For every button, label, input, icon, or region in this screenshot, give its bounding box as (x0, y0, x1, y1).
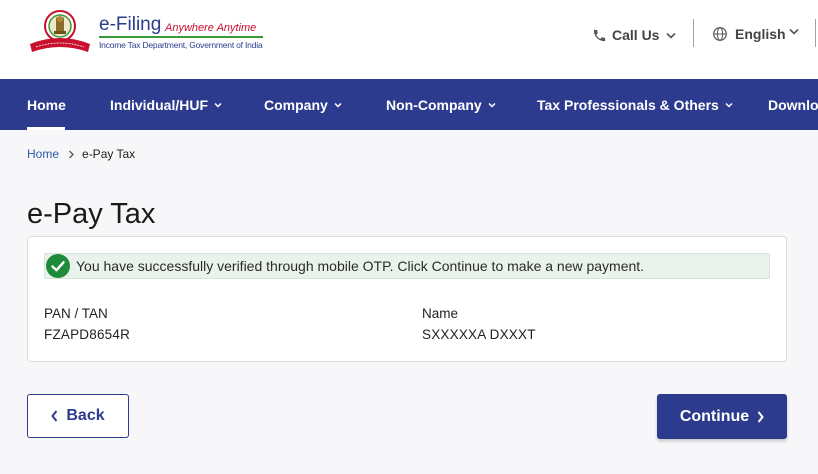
chevron-down-icon (334, 102, 342, 108)
nav-active-indicator (27, 127, 65, 130)
main-navigation: Home Individual/HUF Company Non-Company … (0, 79, 818, 130)
language-dropdown[interactable]: English (712, 24, 799, 44)
pan-tan-value: FZAPD8654R (44, 327, 131, 342)
chevron-right-icon (69, 150, 74, 158)
back-button[interactable]: Back (27, 394, 129, 438)
nav-item-company[interactable]: Company (264, 79, 342, 130)
brand-tagline: Anywhere Anytime (165, 22, 257, 34)
nav-item-label: Tax Professionals & Others (537, 96, 719, 113)
verification-card: You have successfully verified through m… (27, 236, 787, 362)
pan-tan-label: PAN / TAN (44, 306, 108, 321)
brand-title: e-Filing (99, 14, 162, 35)
chevron-down-icon (666, 32, 677, 39)
globe-icon (713, 27, 727, 41)
chevron-down-icon (725, 102, 733, 108)
nav-item-label: Home (27, 96, 66, 113)
nav-item-individual-huf[interactable]: Individual/HUF (110, 79, 222, 130)
header-divider (815, 19, 816, 47)
check-circle-icon (46, 254, 70, 278)
nav-item-downloads[interactable]: Downloads (768, 79, 818, 130)
continue-button-label: Continue (679, 407, 750, 425)
breadcrumb-home-link[interactable]: Home (27, 147, 59, 161)
chevron-down-icon (214, 102, 222, 108)
header-divider (693, 19, 694, 47)
page-title: e-Pay Tax (27, 198, 156, 230)
name-label: Name (422, 306, 459, 321)
call-us-dropdown[interactable]: Call Us (592, 25, 681, 45)
nav-item-label: Downloads (768, 96, 818, 113)
name-value: SXXXXXA DXXXT (422, 327, 536, 342)
emblem-icon (30, 10, 90, 52)
nav-item-non-company[interactable]: Non-Company (386, 79, 496, 130)
continue-button[interactable]: Continue (657, 394, 787, 439)
brand-underline (99, 36, 263, 38)
site-header: e-Filing Anywhere Anytime Income Tax Dep… (0, 0, 818, 79)
chevron-down-icon (788, 28, 799, 35)
nav-item-tax-professionals[interactable]: Tax Professionals & Others (537, 79, 733, 130)
back-button-label: Back (66, 407, 105, 424)
language-label: English (735, 26, 786, 42)
chevron-left-icon (51, 410, 58, 422)
breadcrumb-current: e-Pay Tax (82, 147, 136, 161)
nav-item-label: Non-Company (386, 96, 482, 113)
success-alert: You have successfully verified through m… (44, 253, 770, 279)
nav-item-home[interactable]: Home (27, 79, 66, 130)
phone-icon (593, 29, 606, 41)
breadcrumb: Home e-Pay Tax (27, 147, 135, 161)
brand-subtitle: Income Tax Department, Government of Ind… (99, 40, 263, 50)
success-message: You have successfully verified through m… (76, 258, 645, 274)
call-us-label: Call Us (612, 27, 660, 43)
nav-item-label: Individual/HUF (110, 96, 208, 113)
nav-item-label: Company (264, 96, 328, 113)
chevron-down-icon (488, 102, 496, 108)
efiling-logo[interactable]: e-Filing Anywhere Anytime Income Tax Dep… (28, 10, 268, 60)
chevron-right-icon (757, 410, 764, 423)
